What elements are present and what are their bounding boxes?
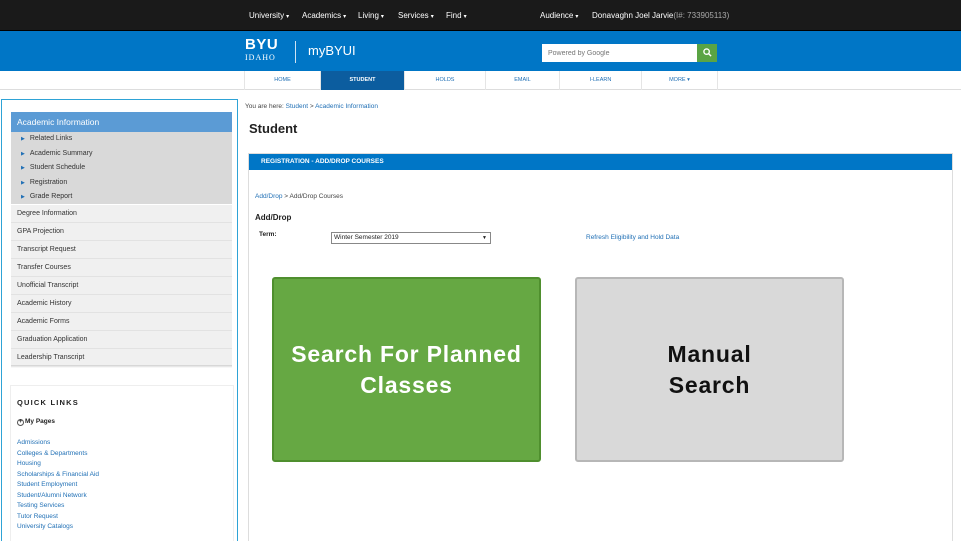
sidebar-item-academic-history[interactable]: Academic History — [11, 295, 232, 313]
app-name[interactable]: myBYUI — [308, 43, 356, 58]
global-nav-bar: University ▾ Academics ▾ Living ▾ Services ▾… — [0, 0, 961, 31]
breadcrumb-academic-information-link[interactable]: Academic Information — [315, 103, 378, 110]
quick-links-list: Admissions Colleges & Departments Housin… — [17, 438, 99, 533]
my-pages-toggle[interactable]: + My Pages — [17, 418, 55, 426]
caret-down-icon: ▾ — [575, 14, 579, 20]
page-title: Student — [249, 121, 298, 136]
sidebar-section-academic-information[interactable]: Academic Information — [11, 112, 232, 132]
quick-link-admissions[interactable]: Admissions — [17, 438, 99, 449]
caret-down-icon: ▾ — [343, 14, 347, 20]
quick-link-housing[interactable]: Housing — [17, 459, 99, 470]
section-title: Add/Drop — [255, 213, 292, 222]
quick-links-panel: QUICK LINKS + My Pages Admissions College… — [10, 385, 234, 541]
nav-audience[interactable]: Audience ▾ — [540, 11, 578, 20]
sidebar-item-gpa-projection[interactable]: GPA Projection — [11, 223, 232, 241]
panel-breadcrumb: Add/Drop > Add/Drop Courses — [255, 193, 344, 200]
plus-circle-icon: + — [17, 419, 24, 426]
sidebar-subitems: ▶ Related Links ▶ Academic Summary ▶ Studen… — [11, 132, 232, 204]
panel-header: REGISTRATION - ADD/DROP COURSES — [249, 154, 952, 170]
triangle-right-icon: ▶ — [21, 179, 25, 186]
quick-links-title: QUICK LINKS — [17, 398, 79, 407]
quick-link-scholarships[interactable]: Scholarships & Financial Aid — [17, 470, 99, 481]
sidebar-subitem-registration[interactable]: ▶ Registration — [11, 176, 232, 191]
nav-services[interactable]: Services ▾ — [398, 11, 434, 20]
caret-down-icon: ▾ — [380, 14, 384, 20]
breadcrumb: You are here: Student > Academic Informa… — [245, 103, 378, 110]
user-name: Donavaghn Joel Jarvie — [592, 11, 674, 20]
tab-more[interactable]: MORE ▾ — [642, 71, 718, 90]
logo-divider — [295, 41, 296, 63]
sidebar-item-transfer-courses[interactable]: Transfer Courses — [11, 259, 232, 277]
nav-living[interactable]: Living ▾ — [358, 11, 384, 20]
tab-ilearn[interactable]: I-LEARN — [560, 71, 642, 90]
nav-academics[interactable]: Academics ▾ — [302, 11, 346, 20]
search-planned-classes-button[interactable]: Search For Planned Classes — [272, 277, 541, 462]
nav-find[interactable]: Find ▾ — [446, 11, 467, 20]
site-header: BYU IDAHO myBYUI — [0, 31, 961, 71]
sidebar-subitem-related-links[interactable]: ▶ Related Links — [11, 132, 232, 147]
sidebar-item-degree-information[interactable]: Degree Information — [11, 205, 232, 223]
user-menu[interactable]: Donavaghn Joel Jarvie(I#: 733905113) — [592, 11, 729, 20]
caret-down-icon: ▾ — [687, 77, 690, 83]
term-select[interactable]: Winter Semester 2019 ▼ — [331, 232, 491, 244]
sidebar: Academic Information ▶ Related Links ▶ Aca… — [1, 99, 238, 541]
term-label: Term: — [259, 231, 277, 238]
triangle-right-icon: ▶ — [21, 194, 25, 200]
sidebar-item-academic-forms[interactable]: Academic Forms — [11, 313, 232, 331]
quick-link-student-employment[interactable]: Student Employment — [17, 480, 99, 491]
search-input[interactable] — [542, 44, 697, 62]
refresh-eligibility-link[interactable]: Refresh Eligibility and Hold Data — [586, 234, 679, 241]
idaho-logo-text: IDAHO — [245, 53, 276, 62]
quick-link-colleges-departments[interactable]: Colleges & Departments — [17, 449, 99, 460]
sidebar-shadow — [11, 365, 232, 368]
tab-holds[interactable]: HOLDS — [405, 71, 486, 90]
caret-down-icon: ▾ — [430, 14, 434, 20]
tab-email[interactable]: EMAIL — [486, 71, 560, 90]
sidebar-subitem-academic-summary[interactable]: ▶ Academic Summary — [11, 147, 232, 162]
user-id: (I#: 733905113) — [673, 11, 730, 20]
select-arrow-icon: ▼ — [482, 235, 487, 241]
quick-link-testing-services[interactable]: Testing Services — [17, 501, 99, 512]
sidebar-subitem-grade-report[interactable]: ▶ Grade Report — [11, 190, 232, 205]
byu-logo[interactable]: BYU — [245, 37, 278, 52]
sidebar-item-transcript-request[interactable]: Transcript Request — [11, 241, 232, 259]
main-tabs: HOME STUDENT HOLDS EMAIL I-LEARN MORE ▾ — [0, 71, 961, 90]
triangle-right-icon: ▶ — [21, 150, 25, 157]
sidebar-list: Degree Information GPA Projection Transc… — [11, 205, 232, 367]
caret-down-icon: ▾ — [286, 14, 290, 20]
tab-student[interactable]: STUDENT — [321, 71, 405, 90]
sidebar-item-graduation-application[interactable]: Graduation Application — [11, 331, 232, 349]
quick-link-alumni-network[interactable]: Student/Alumni Network — [17, 491, 99, 502]
caret-down-icon: ▾ — [463, 14, 467, 20]
breadcrumb-student-link[interactable]: Student — [286, 103, 308, 110]
triangle-right-icon: ▶ — [21, 165, 25, 171]
search-icon — [702, 48, 712, 57]
quick-link-university-catalogs[interactable]: University Catalogs — [17, 522, 99, 533]
search-button[interactable] — [697, 44, 717, 62]
sidebar-item-unofficial-transcript[interactable]: Unofficial Transcript — [11, 277, 232, 295]
sidebar-subitem-student-schedule[interactable]: ▶ Student Schedule — [11, 161, 232, 176]
quick-link-tutor-request[interactable]: Tutor Request — [17, 512, 99, 523]
manual-search-button[interactable]: Manual Search — [575, 277, 844, 462]
add-drop-link[interactable]: Add/Drop — [255, 193, 282, 200]
nav-university[interactable]: University ▾ — [249, 11, 289, 20]
tab-home[interactable]: HOME — [244, 71, 321, 90]
triangle-right-icon: ▶ — [21, 136, 25, 142]
